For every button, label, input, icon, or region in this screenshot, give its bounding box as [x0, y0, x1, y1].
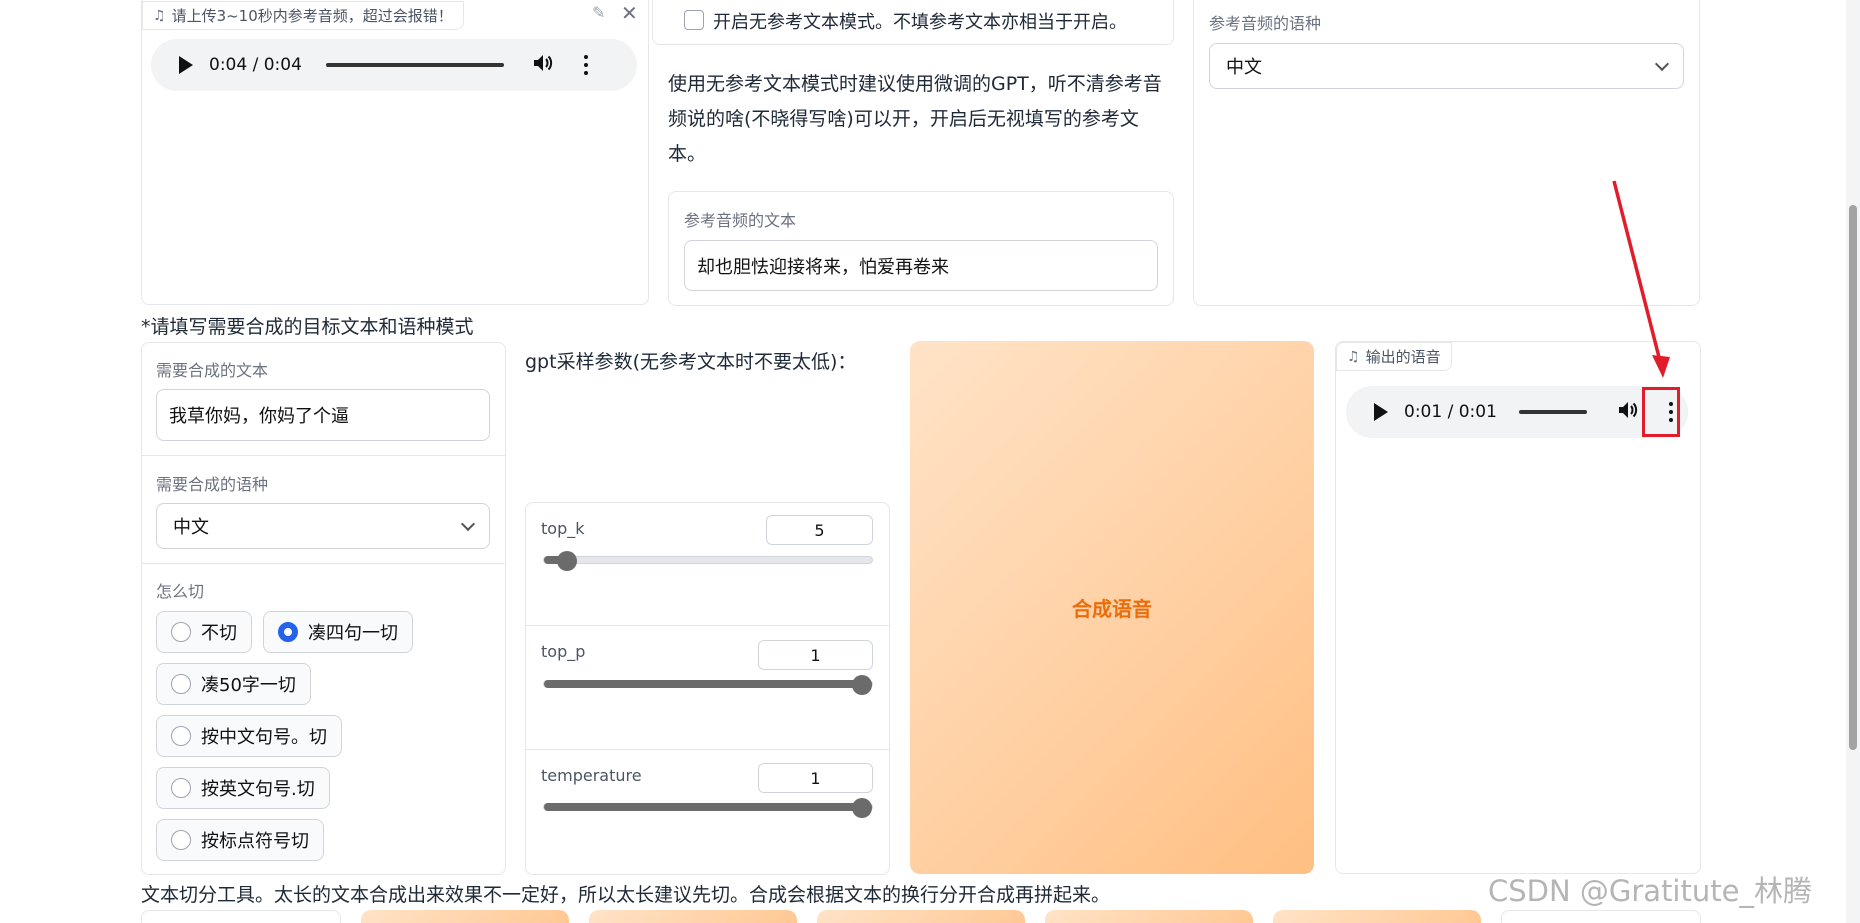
watermark: CSDN @Gratitute_林腾 — [1488, 874, 1812, 908]
top-k-label: top_k — [541, 519, 585, 538]
gpt-params-title: gpt采样参数(无参考文本时不要太低)： — [525, 351, 857, 373]
cut-option-label: 按英文句号.切 — [201, 779, 315, 800]
divider — [526, 625, 889, 626]
top-k-handle[interactable] — [556, 551, 577, 571]
volume-icon[interactable] — [1617, 400, 1639, 424]
temperature-input[interactable]: 1 — [758, 763, 873, 793]
temperature-slider[interactable] — [543, 798, 873, 818]
edit-icon[interactable]: ✎ — [592, 3, 605, 22]
target-lang-value: 中文 — [173, 517, 209, 538]
chevron-down-icon — [460, 516, 476, 531]
page-scrollbar[interactable] — [1846, 0, 1860, 923]
scrollbar-thumb[interactable] — [1849, 205, 1857, 750]
tool-button[interactable] — [1045, 910, 1253, 923]
top-k-input[interactable]: 5 — [766, 515, 873, 545]
divider — [142, 455, 505, 456]
cut-option-en-period[interactable]: 按英文句号.切 — [156, 767, 330, 809]
volume-icon[interactable] — [532, 53, 554, 77]
close-icon[interactable]: ✕ — [621, 1, 638, 25]
ref-lang-value: 中文 — [1226, 57, 1262, 78]
ref-lang-label: 参考音频的语种 — [1209, 14, 1322, 33]
annotation-arrow — [1612, 180, 1670, 378]
ref-audio-progress[interactable] — [325, 63, 504, 67]
cut-option-label: 不切 — [201, 623, 237, 644]
more-options-icon[interactable] — [583, 55, 588, 75]
no-ref-checkbox-label: 开启无参考文本模式。不填参考文本亦相当于开启。 — [713, 12, 1127, 33]
target-lang-label: 需要合成的语种 — [156, 475, 269, 494]
tool-button[interactable] — [817, 910, 1025, 923]
top-p-handle[interactable] — [852, 675, 872, 695]
output-audio-label: ♫ 输出的语音 — [1336, 342, 1452, 371]
bottom-panel — [1501, 910, 1701, 923]
top-p-slider[interactable] — [543, 675, 873, 695]
play-icon[interactable] — [179, 56, 193, 74]
section-title: *请填写需要合成的目标文本和语种模式 — [141, 316, 474, 338]
cut-option-label: 按标点符号切 — [201, 831, 309, 852]
cut-option-fifty-chars[interactable]: 凑50字一切 — [156, 663, 311, 705]
top-p-fill — [544, 680, 872, 688]
target-text-label: 需要合成的文本 — [156, 361, 269, 380]
tool-button[interactable] — [1273, 910, 1481, 923]
radio-dot — [171, 830, 191, 850]
top-k-slider[interactable] — [543, 551, 873, 571]
target-lang-select[interactable]: 中文 — [156, 503, 490, 549]
divider — [142, 563, 505, 564]
cut-option-punctuation[interactable]: 按标点符号切 — [156, 819, 324, 861]
top-p-input[interactable]: 1 — [758, 640, 873, 670]
ref-text-input[interactable]: 却也胆怯迎接将来，怕爱再卷来 — [684, 240, 1158, 291]
output-audio-label-text: 输出的语音 — [1365, 348, 1441, 366]
cut-option-label: 凑四句一切 — [308, 623, 398, 644]
cut-label: 怎么切 — [156, 582, 205, 601]
radio-dot-selected — [278, 622, 298, 642]
no-ref-checkbox[interactable] — [684, 10, 704, 30]
target-text-input[interactable]: 我草你妈，你妈了个逼 — [156, 389, 490, 441]
no-ref-help-text: 使用无参考文本模式时建议使用微调的GPT，听不清参考音频说的啥(不晓得写啥)可以… — [668, 73, 1162, 165]
divider — [526, 749, 889, 750]
tool-button[interactable] — [361, 910, 569, 923]
generate-speech-button[interactable]: 合成语音 — [910, 341, 1314, 874]
music-note-icon: ♫ — [153, 7, 166, 24]
radio-dot — [171, 778, 191, 798]
cut-option-no-cut[interactable]: 不切 — [156, 611, 252, 653]
output-audio-time: 0:01 / 0:01 — [1404, 402, 1497, 422]
ref-audio-label: ♫ 请上传3~10秒内参考音频，超过会报错！ — [142, 1, 464, 30]
ref-audio-label-text: 请上传3~10秒内参考音频，超过会报错！ — [171, 7, 453, 25]
ref-text-label: 参考音频的文本 — [684, 211, 797, 230]
tool-button[interactable] — [589, 910, 797, 923]
top-p-label: top_p — [541, 642, 586, 661]
radio-dot — [171, 674, 191, 694]
cut-option-label: 凑50字一切 — [201, 675, 296, 696]
annotation-highlight-box — [1642, 387, 1680, 437]
temperature-fill — [544, 803, 872, 811]
ref-audio-time: 0:04 / 0:04 — [209, 55, 302, 75]
radio-dot — [171, 726, 191, 746]
play-icon[interactable] — [1374, 403, 1388, 421]
bottom-panel — [141, 910, 341, 923]
radio-dot — [171, 622, 191, 642]
ref-audio-player[interactable]: 0:04 / 0:04 — [151, 39, 637, 91]
temperature-handle[interactable] — [852, 798, 872, 818]
cut-option-label: 按中文句号。切 — [201, 727, 327, 748]
output-audio-progress[interactable] — [1518, 410, 1587, 414]
temperature-label: temperature — [541, 766, 642, 785]
chevron-down-icon — [1654, 56, 1670, 71]
footer-text: 文本切分工具。太长的文本合成出来效果不一定好，所以太长建议先切。合成会根据文本的… — [141, 884, 1111, 906]
ref-lang-select[interactable]: 中文 — [1209, 43, 1684, 89]
cut-option-four-sentences[interactable]: 凑四句一切 — [263, 611, 413, 653]
cut-option-cn-period[interactable]: 按中文句号。切 — [156, 715, 342, 757]
music-note-icon: ♫ — [1347, 348, 1360, 365]
output-audio-player[interactable]: 0:01 / 0:01 — [1346, 386, 1688, 438]
